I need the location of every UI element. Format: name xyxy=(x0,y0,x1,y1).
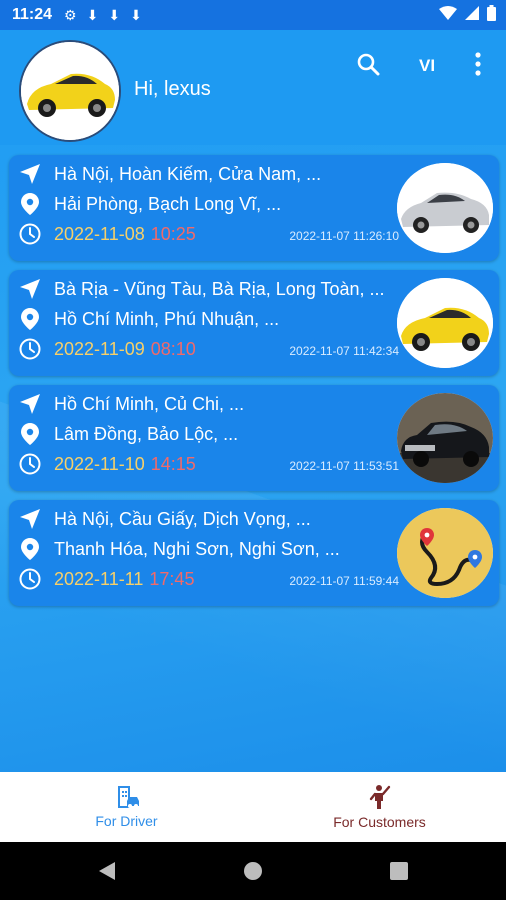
driver-building-icon xyxy=(117,786,139,808)
tab-for-driver[interactable]: For Driver xyxy=(0,772,253,842)
destination-row: Lâm Đồng, Bảo Lộc, ... xyxy=(19,423,238,445)
battery-icon xyxy=(487,4,496,26)
vehicle-thumbnail xyxy=(397,278,493,368)
bottom-navigation: For Driver For Customers xyxy=(0,772,506,842)
wifi-icon xyxy=(439,5,457,25)
trip-date: 2022-11-09 xyxy=(54,338,145,359)
trip-card[interactable]: Hồ Chí Minh, Củ Chi, ... Lâm Đồng, Bảo Lộ… xyxy=(9,385,499,491)
navigation-arrow-icon xyxy=(19,278,41,300)
schedule-row: 2022-11-09 08:10 xyxy=(19,338,196,360)
status-bar: 11:24 ⚙ ⬇ ⬇ ⬇ xyxy=(0,0,506,30)
origin-row: Hồ Chí Minh, Củ Chi, ... xyxy=(19,393,244,415)
gear-icon: ⚙ xyxy=(64,6,77,23)
trip-date: 2022-11-08 xyxy=(54,223,145,244)
trip-created-time: 2022-11-07 11:42:34 xyxy=(289,344,399,358)
trip-origin: Bà Rịa - Vũng Tàu, Bà Rịa, Long Toàn, ..… xyxy=(54,278,385,299)
clock-icon xyxy=(19,223,41,245)
tab-for-driver-label: For Driver xyxy=(95,813,158,829)
home-icon[interactable] xyxy=(243,861,263,881)
clock-icon xyxy=(19,338,41,360)
search-icon[interactable] xyxy=(356,52,380,81)
schedule-row: 2022-11-11 17:45 xyxy=(19,568,194,590)
trip-created-time: 2022-11-07 11:59:44 xyxy=(289,574,399,588)
location-pin-icon xyxy=(19,423,41,445)
destination-row: Thanh Hóa, Nghi Sơn, Nghi Sơn, ... xyxy=(19,538,340,560)
trip-time: 14:15 xyxy=(150,453,196,474)
trip-created-time: 2022-11-07 11:53:51 xyxy=(289,459,399,473)
trip-origin: Hồ Chí Minh, Củ Chi, ... xyxy=(54,393,245,414)
trip-date: 2022-11-11 xyxy=(54,568,144,589)
trip-destination: Hải Phòng, Bạch Long Vĩ, ... xyxy=(54,193,282,214)
tab-for-customers[interactable]: For Customers xyxy=(253,772,506,842)
trip-card[interactable]: Bà Rịa - Vũng Tàu, Bà Rịa, Long Toàn, ..… xyxy=(9,270,499,376)
language-button[interactable]: VI xyxy=(419,56,435,76)
greeting-text: Hi, lexus xyxy=(134,78,211,100)
trip-origin: Hà Nội, Hoàn Kiếm, Cửa Nam, ... xyxy=(54,163,322,184)
avatar[interactable] xyxy=(19,40,121,142)
back-icon[interactable] xyxy=(97,861,117,881)
origin-row: Hà Nội, Hoàn Kiếm, Cửa Nam, ... xyxy=(19,163,321,185)
location-pin-icon xyxy=(19,193,41,215)
trip-time: 17:45 xyxy=(149,568,195,589)
vehicle-thumbnail xyxy=(397,393,493,483)
vehicle-thumbnail xyxy=(397,163,493,253)
navigation-arrow-icon xyxy=(19,393,41,415)
destination-row: Hồ Chí Minh, Phú Nhuận, ... xyxy=(19,308,279,330)
location-pin-icon xyxy=(19,538,41,560)
trip-created-time: 2022-11-07 11:26:10 xyxy=(289,229,399,243)
trip-card[interactable]: Hà Nội, Hoàn Kiếm, Cửa Nam, ... Hải Phòng… xyxy=(9,155,499,261)
yellow-car-image xyxy=(21,42,119,140)
schedule-row: 2022-11-10 14:15 xyxy=(19,453,196,475)
origin-row: Bà Rịa - Vũng Tàu, Bà Rịa, Long Toàn, ..… xyxy=(19,278,385,300)
clock-icon xyxy=(19,568,41,590)
trip-origin: Hà Nội, Cầu Giấy, Dịch Vọng, ... xyxy=(54,508,311,529)
navigation-arrow-icon xyxy=(19,163,41,185)
destination-row: Hải Phòng, Bạch Long Vĩ, ... xyxy=(19,193,281,215)
download-icon: ⬇ xyxy=(108,6,121,23)
recents-icon[interactable] xyxy=(390,862,408,880)
trip-card[interactable]: Hà Nội, Cầu Giấy, Dịch Vọng, ... Thanh Hó… xyxy=(9,500,499,606)
customer-hailing-icon xyxy=(369,785,390,809)
overflow-menu-icon[interactable] xyxy=(475,52,481,81)
status-time: 11:24 xyxy=(12,6,53,23)
navigation-arrow-icon xyxy=(19,508,41,530)
trip-destination: Thanh Hóa, Nghi Sơn, Nghi Sơn, ... xyxy=(54,538,340,559)
location-pin-icon xyxy=(19,308,41,330)
signal-icon xyxy=(465,5,479,25)
trip-destination: Lâm Đồng, Bảo Lộc, ... xyxy=(54,423,239,444)
trip-time: 10:25 xyxy=(150,223,196,244)
trip-destination: Hồ Chí Minh, Phú Nhuận, ... xyxy=(54,308,280,329)
origin-row: Hà Nội, Cầu Giấy, Dịch Vọng, ... xyxy=(19,508,311,530)
trip-time: 08:10 xyxy=(150,338,196,359)
download-icon: ⬇ xyxy=(130,6,142,23)
schedule-row: 2022-11-08 10:25 xyxy=(19,223,196,245)
clock-icon xyxy=(19,453,41,475)
vehicle-thumbnail xyxy=(397,508,493,598)
download-icon: ⬇ xyxy=(86,6,99,23)
tab-for-customers-label: For Customers xyxy=(333,814,426,830)
system-navigation-bar xyxy=(0,842,506,900)
trip-date: 2022-11-10 xyxy=(54,453,145,474)
